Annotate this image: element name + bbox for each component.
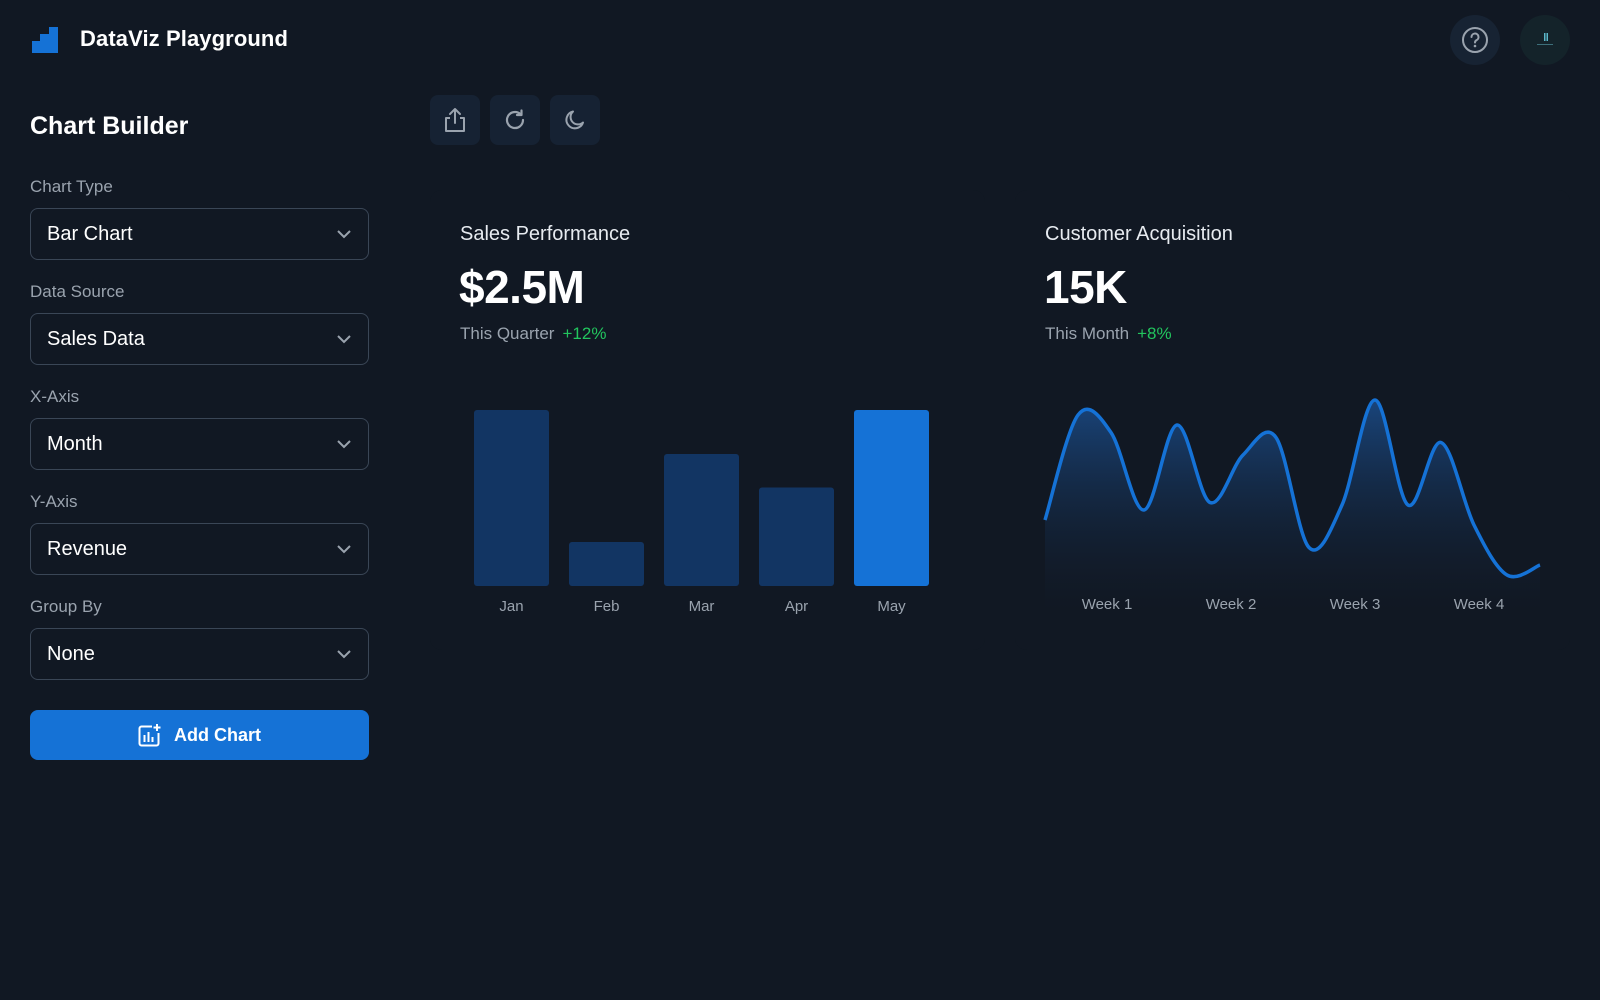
chart-type-label: Chart Type — [30, 177, 113, 196]
refresh-button[interactable] — [490, 95, 540, 145]
avatar[interactable] — [1520, 15, 1570, 65]
logo-icon — [32, 27, 58, 53]
share-icon — [445, 108, 465, 132]
bar-jan — [474, 410, 549, 586]
x-axis-value: Month — [47, 432, 103, 455]
chart-type-select[interactable]: Bar Chart — [30, 208, 369, 260]
bar-mar — [664, 454, 739, 586]
add-chart-label: Add Chart — [174, 724, 261, 745]
chevron-down-icon — [337, 230, 351, 239]
x-tick-label: Week 3 — [1330, 596, 1381, 613]
group-by-label: Group By — [30, 597, 102, 616]
x-tick-label: Apr — [785, 598, 808, 615]
app-title: DataViz Playground — [80, 26, 288, 51]
customer-acquisition-card: Customer Acquisition 15K This Month +8% W… — [1015, 190, 1570, 650]
y-axis-value: Revenue — [47, 537, 128, 560]
help-circle-icon — [1462, 27, 1488, 53]
sales-performance-card: Sales Performance $2.5M This Quarter +12%… — [430, 190, 985, 650]
data-source-value: Sales Data — [47, 327, 145, 350]
chart-type-value: Bar Chart — [47, 222, 133, 245]
chevron-down-icon — [337, 335, 351, 344]
sidebar-title: Chart Builder — [30, 112, 189, 140]
help-button[interactable] — [1450, 15, 1500, 65]
x-tick-label: Week 1 — [1082, 596, 1133, 613]
x-axis-label: X-Axis — [30, 387, 80, 406]
chevron-down-icon — [337, 545, 351, 554]
bar-feb — [569, 542, 644, 586]
bar-may — [854, 410, 929, 586]
data-source-label: Data Source — [30, 282, 125, 301]
x-tick-label: Mar — [689, 598, 715, 615]
user-avatar-icon — [1537, 33, 1553, 45]
moon-icon — [565, 110, 584, 130]
x-tick-label: Feb — [594, 598, 620, 615]
x-tick-label: Jan — [499, 598, 523, 615]
chevron-down-icon — [337, 440, 351, 449]
data-source-select[interactable]: Sales Data — [30, 313, 369, 365]
bar-apr — [759, 487, 834, 586]
x-axis-select[interactable]: Month — [30, 418, 369, 470]
top-bar: DataViz Playground — [0, 0, 1600, 80]
y-axis-label: Y-Axis — [30, 492, 78, 511]
share-button[interactable] — [430, 95, 480, 145]
x-tick-label: Week 4 — [1454, 596, 1505, 613]
group-by-value: None — [47, 642, 95, 665]
add-chart-button[interactable]: Add Chart — [30, 710, 369, 760]
x-tick-label: May — [877, 598, 906, 615]
y-axis-select[interactable]: Revenue — [30, 523, 369, 575]
add-chart-icon — [138, 723, 162, 747]
refresh-icon — [505, 109, 525, 130]
sales-bar-chart: Jan Feb Mar Apr May — [474, 410, 929, 615]
x-tick-label: Week 2 — [1206, 596, 1257, 613]
theme-toggle-button[interactable] — [550, 95, 600, 145]
customer-area-chart: Week 1 Week 2 Week 3 Week 4 — [1043, 398, 1541, 613]
group-by-select[interactable]: None — [30, 628, 369, 680]
chevron-down-icon — [337, 650, 351, 659]
